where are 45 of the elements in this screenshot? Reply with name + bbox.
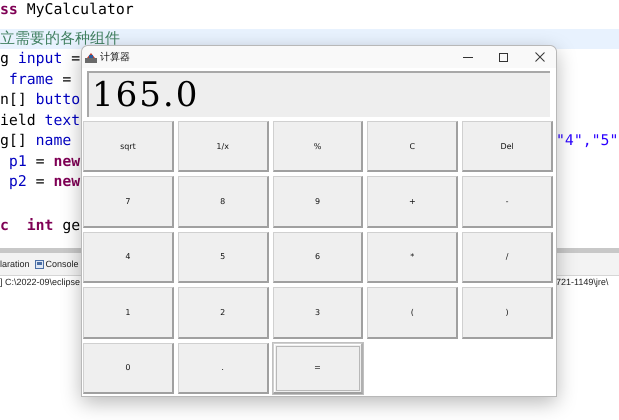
result-display[interactable]: 165.0	[87, 71, 550, 117]
view-tab[interactable]: Console	[46, 259, 79, 269]
code-text: frame =	[8, 70, 72, 88]
calculator-key[interactable]: )	[462, 287, 553, 339]
calculator-key[interactable]: 5	[178, 232, 269, 284]
calculator-key[interactable]: 0	[83, 342, 174, 394]
calculator-key[interactable]: /	[462, 232, 553, 284]
calculator-key[interactable]: 4	[83, 232, 174, 284]
calculator-key[interactable]: 6	[272, 232, 364, 284]
calculator-key[interactable]: %	[272, 121, 364, 172]
calculator-key[interactable]: 3	[272, 287, 364, 339]
calculator-key[interactable]: -	[462, 176, 553, 228]
console-path: 721-1149\jre\	[556, 276, 610, 289]
code-text: "4","5"	[556, 132, 618, 149]
console-icon	[34, 260, 44, 268]
calculator-key[interactable]: +	[367, 176, 458, 228]
calculator-key[interactable]: Del	[462, 121, 553, 172]
code-text: p1 = new	[8, 152, 80, 170]
calculator-key[interactable]: (	[367, 287, 458, 339]
code-text: n[] butto	[0, 91, 80, 108]
code-text: 立需要的各种组件	[0, 30, 120, 46]
calculator-key[interactable]: 7	[83, 176, 174, 228]
calculator-key[interactable]: C	[367, 121, 458, 172]
maximize-icon[interactable]	[499, 52, 508, 62]
window-title: 计算器	[100, 50, 131, 64]
code-text: c int ge	[0, 216, 80, 234]
app-icon	[85, 52, 97, 62]
view-tab[interactable]: laration	[0, 259, 30, 269]
close-icon[interactable]	[534, 52, 544, 62]
calculator-key[interactable]: 1	[83, 287, 174, 339]
calculator-key[interactable]: 2	[178, 287, 269, 339]
code-text: p2 = new	[8, 173, 80, 190]
calculator-key[interactable]: *	[367, 232, 458, 284]
calculator-key[interactable]: 9	[272, 176, 364, 228]
code-text: g[] name	[0, 132, 72, 149]
code-text: ss MyCalculator	[0, 1, 134, 18]
calculator-key[interactable]: 1/x	[178, 121, 269, 172]
calculator-key[interactable]: 8	[178, 176, 269, 228]
calculator-key[interactable]: .	[178, 342, 269, 394]
console-path: ] C:\2022-09\eclipse	[0, 276, 82, 289]
calculator-key[interactable]: =	[272, 342, 364, 394]
minimize-icon[interactable]	[462, 56, 472, 58]
calculator-key[interactable]: sqrt	[83, 121, 174, 172]
code-text: g input =	[0, 50, 80, 67]
code-text: ield text	[0, 112, 80, 128]
